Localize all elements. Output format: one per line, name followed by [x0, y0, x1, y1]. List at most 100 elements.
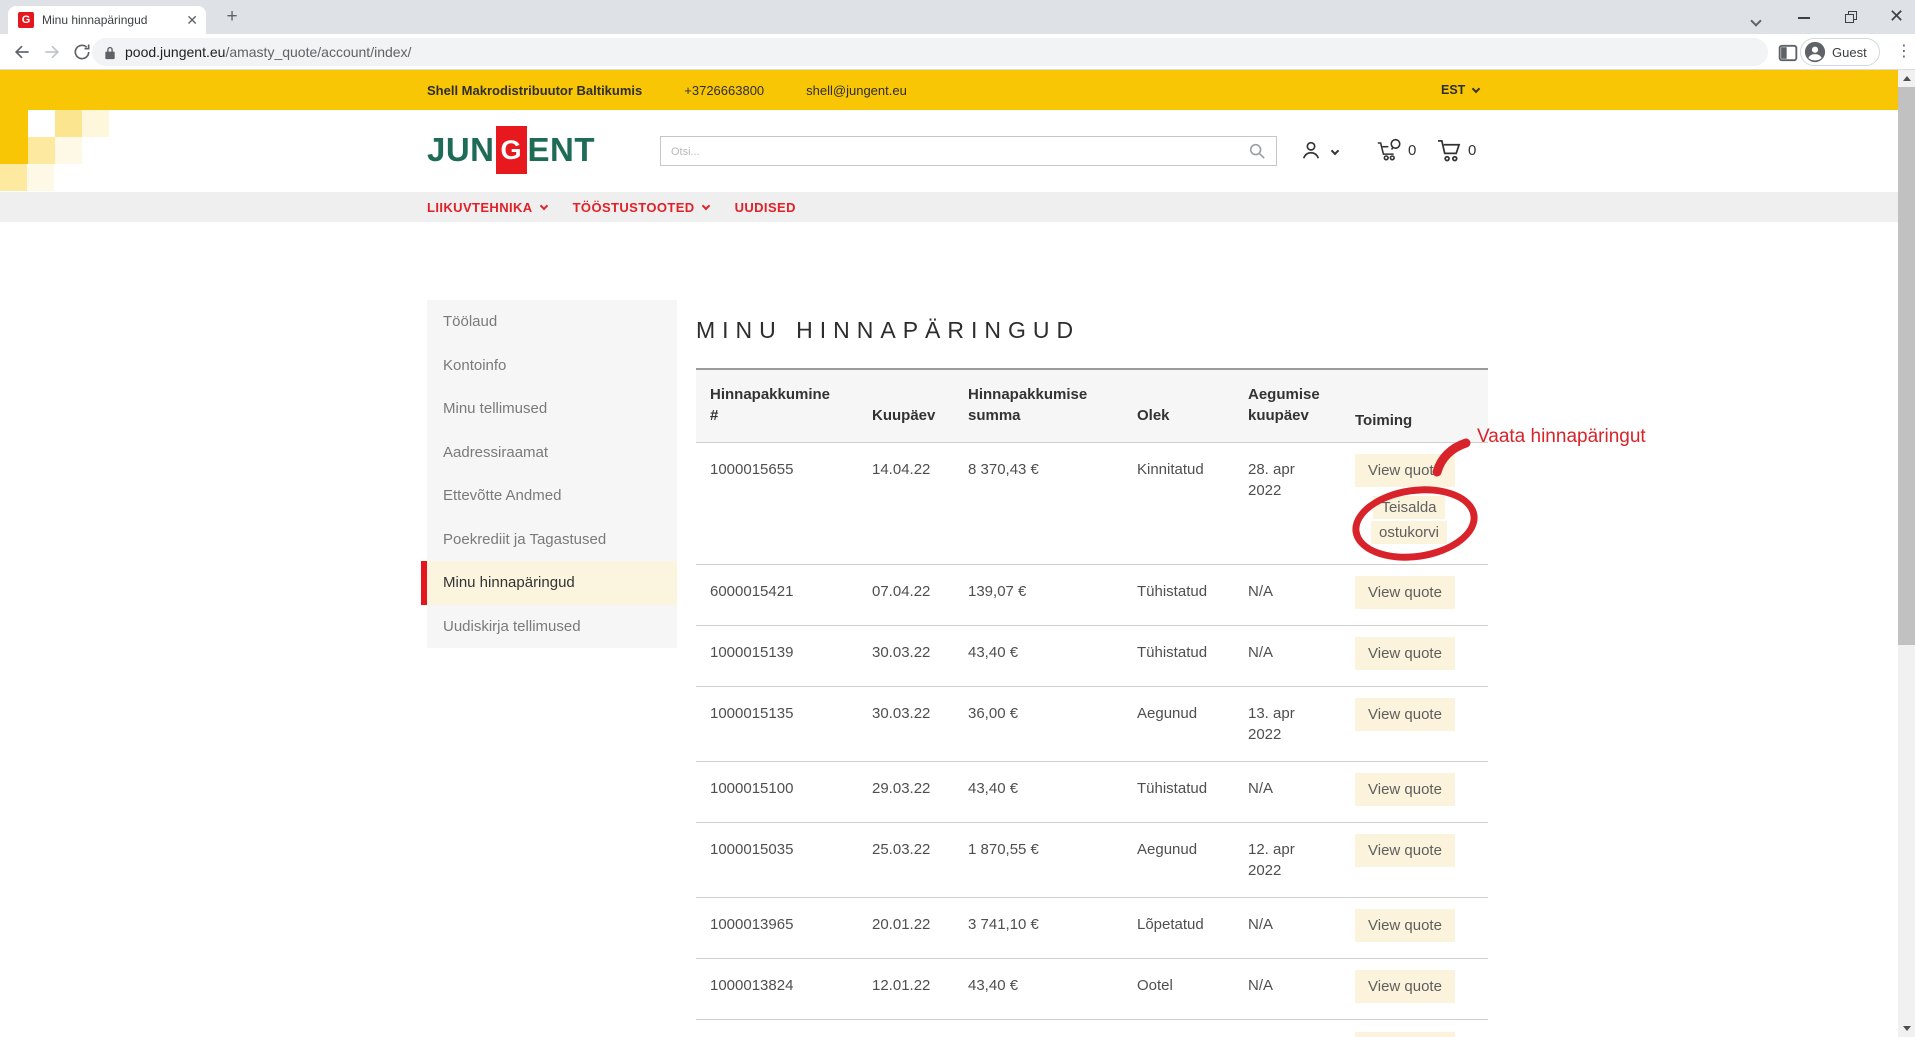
- view-quote-button[interactable]: View quote: [1355, 909, 1455, 942]
- back-button[interactable]: [12, 42, 32, 62]
- store-email-link[interactable]: shell@jungent.eu: [806, 83, 907, 98]
- scrollbar-down-arrow[interactable]: [1898, 1020, 1915, 1037]
- quote-sum: 139,07 €: [968, 565, 1137, 625]
- quote-date: 14.04.22: [872, 443, 968, 564]
- account-chevron-icon[interactable]: [1331, 147, 1339, 155]
- cart-icon[interactable]: [1437, 139, 1462, 162]
- quote-date: 12.01.22: [872, 959, 968, 1019]
- quote-expiry: N/A: [1248, 898, 1355, 958]
- quote-status: Ootel: [1137, 959, 1248, 1019]
- sidebar-item[interactable]: Poekrediit ja Tagastused: [427, 518, 677, 562]
- column-header: Hinnapakkumine #: [696, 370, 872, 442]
- pixel-decoration: [27, 164, 54, 191]
- quote-expiry: N/A: [1248, 565, 1355, 625]
- quote-expiry: N/A: [1248, 959, 1355, 1019]
- window-minimize-button[interactable]: [1798, 17, 1810, 19]
- nav-item-label: TÖÖSTUSTOOTED: [573, 200, 695, 215]
- sidebar-item[interactable]: Minu hinnapäringud: [427, 561, 677, 605]
- tab-close-icon[interactable]: ✕: [186, 13, 198, 27]
- pixel-decoration: [82, 110, 109, 137]
- quote-expiry: N/A: [1248, 626, 1355, 686]
- quote-cart-icon[interactable]: [1376, 137, 1402, 162]
- scrollbar-up-arrow[interactable]: [1898, 70, 1915, 87]
- view-quote-button[interactable]: View quote: [1355, 773, 1455, 806]
- sidebar-item[interactable]: Kontoinfo: [427, 344, 677, 388]
- quote-sum: 43,40 €: [968, 626, 1137, 686]
- browser-tabstrip: G Minu hinnapäringud ✕ + ✕: [0, 0, 1915, 34]
- search-icon[interactable]: [1248, 142, 1266, 160]
- quote-expiry: 12. apr 2022: [1248, 823, 1355, 897]
- tab-search-chevron-icon[interactable]: [1752, 12, 1760, 30]
- quote-sum: 36,00 €: [968, 687, 1137, 761]
- sidebar-item[interactable]: Ettevõtte Andmed: [427, 474, 677, 518]
- sidebar-item[interactable]: Aadressiraamat: [427, 431, 677, 475]
- store-phone-link[interactable]: +3726663800: [684, 83, 764, 98]
- quote-number: 1000015035: [696, 823, 872, 897]
- quote-sum: 1 870,55 €: [968, 823, 1137, 897]
- language-label: EST: [1441, 83, 1465, 97]
- column-header-label: Hinnapakkumine #: [710, 384, 835, 426]
- quotes-table: Hinnapakkumine # Kuupäev Hinnapakkumise su…: [696, 368, 1488, 1020]
- column-header-label: Toiming: [1355, 410, 1412, 431]
- language-switcher[interactable]: EST: [1441, 70, 1479, 110]
- sidebar-item[interactable]: Minu tellimused: [427, 387, 677, 431]
- scrollbar-thumb[interactable]: [1898, 87, 1915, 645]
- view-quote-button[interactable]: View quote: [1355, 637, 1455, 670]
- forward-button[interactable]: [42, 42, 62, 62]
- address-bar[interactable]: pood.jungent.eu/amasty_quote/account/ind…: [92, 38, 1768, 66]
- pixel-decoration: [0, 110, 28, 164]
- jungent-logo[interactable]: JUN G ENT: [427, 125, 595, 175]
- window-restore-button[interactable]: [1845, 11, 1856, 22]
- chevron-down-icon: [701, 201, 709, 209]
- quote-date: 25.03.22: [872, 823, 968, 897]
- url-domain: pood.jungent.eu: [125, 44, 225, 60]
- nav-item[interactable]: LIIKUVTEHNIKA: [427, 200, 547, 215]
- quote-date: 30.03.22: [872, 626, 968, 686]
- url-path: /amasty_quote/account/index/: [225, 44, 411, 60]
- column-header-label: Hinnapakkumise summa: [968, 384, 1123, 426]
- nav-item[interactable]: UUDISED: [735, 200, 796, 215]
- page-viewport: Shell Makrodistribuutor Baltikumis +3726…: [0, 70, 1898, 1037]
- side-panel-icon[interactable]: [1778, 43, 1798, 63]
- view-quote-button[interactable]: View quote: [1355, 576, 1455, 609]
- quote-actions: View quote: [1355, 565, 1488, 625]
- quote-sum: 43,40 €: [968, 762, 1137, 822]
- main-nav: LIIKUVTEHNIKA TÖÖSTUSTOOTED UUDISED: [0, 192, 1898, 222]
- pixel-decoration: [0, 164, 27, 191]
- page-scrollbar[interactable]: [1898, 70, 1915, 1037]
- browser-menu-button[interactable]: ⋮: [1896, 41, 1912, 61]
- sidebar-item[interactable]: Uudiskirja tellimused: [427, 605, 677, 649]
- quote-number: 1000013965: [696, 898, 872, 958]
- column-header-label: Kuupäev: [872, 405, 935, 426]
- quote-number: 1000015655: [696, 443, 872, 564]
- nav-item[interactable]: TÖÖSTUSTOOTED: [573, 200, 709, 215]
- quotes-table-header: Hinnapakkumine # Kuupäev Hinnapakkumise su…: [696, 368, 1488, 443]
- window-close-button[interactable]: ✕: [1889, 4, 1904, 28]
- quote-number: 1000015100: [696, 762, 872, 822]
- reload-button[interactable]: [72, 42, 92, 62]
- quote-date: 07.04.22: [872, 565, 968, 625]
- guest-avatar: [1804, 41, 1826, 63]
- view-quote-button[interactable]: View quote: [1355, 834, 1455, 867]
- view-quote-button[interactable]: View quote: [1355, 698, 1455, 731]
- view-quote-button[interactable]: View quote: [1355, 970, 1455, 1003]
- quote-sum: 3 741,10 €: [968, 898, 1137, 958]
- quote-row: 100001510029.03.2243,40 €TühistatudN/AVi…: [696, 762, 1488, 823]
- view-quote-button-partial[interactable]: [1355, 1032, 1455, 1037]
- quote-status: Aegunud: [1137, 823, 1248, 897]
- quote-status: Aegunud: [1137, 687, 1248, 761]
- pixel-decoration: [55, 137, 82, 164]
- browser-tab[interactable]: G Minu hinnapäringud ✕: [8, 6, 206, 34]
- store-name: Shell Makrodistribuutor Baltikumis: [427, 83, 642, 98]
- nav-item-label: LIIKUVTEHNIKA: [427, 200, 533, 215]
- quote-date: 29.03.22: [872, 762, 968, 822]
- quote-expiry: N/A: [1248, 762, 1355, 822]
- profile-button[interactable]: Guest: [1800, 38, 1880, 66]
- column-header: Hinnapakkumise summa: [968, 370, 1137, 442]
- search-input[interactable]: [660, 136, 1277, 166]
- logo-text-prefix: JUN: [427, 131, 495, 169]
- sidebar-item[interactable]: Töölaud: [427, 300, 677, 344]
- new-tab-button[interactable]: +: [220, 5, 244, 29]
- account-icon[interactable]: [1300, 139, 1322, 161]
- quote-status: Tühistatud: [1137, 565, 1248, 625]
